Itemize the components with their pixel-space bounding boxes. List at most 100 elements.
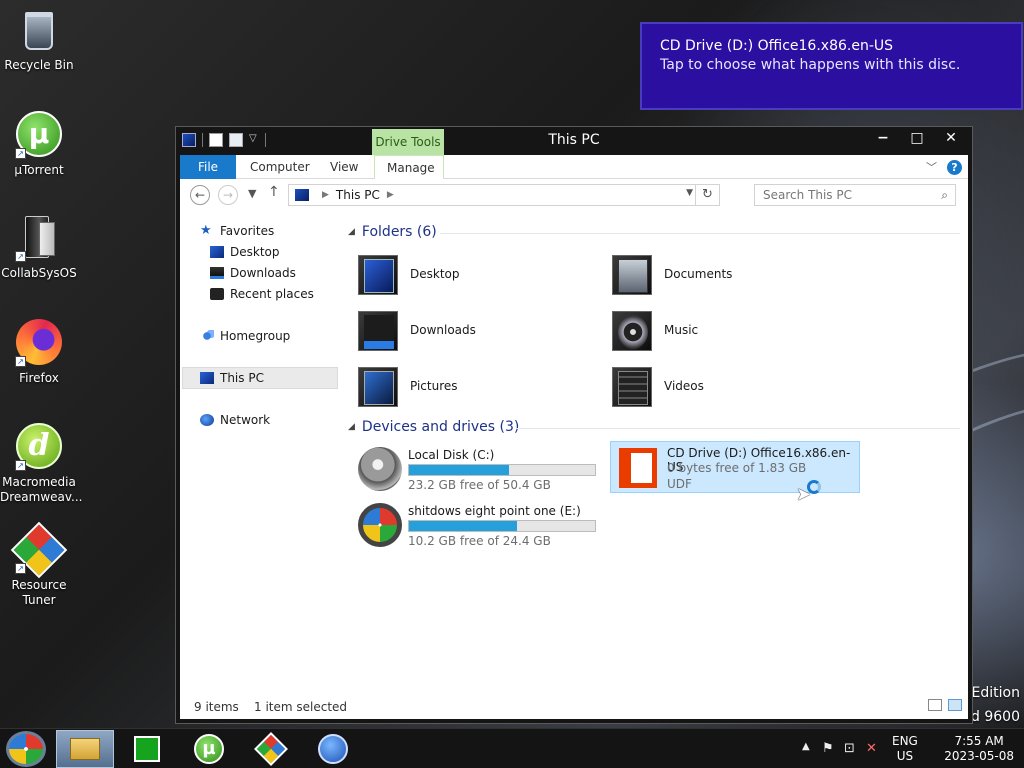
volume-muted-icon[interactable]: ✕ — [866, 741, 877, 756]
taskbar-browser[interactable] — [304, 730, 362, 768]
recent-places-icon — [210, 288, 224, 300]
breadcrumb-this-pc[interactable]: This PC — [336, 188, 380, 202]
folder-pictures[interactable]: Pictures — [358, 361, 598, 411]
resource-tuner-icon — [254, 732, 288, 766]
collapse-group-icon[interactable]: ◢ — [348, 422, 355, 432]
nav-recent-places[interactable]: Recent places — [210, 283, 314, 305]
action-center-flag-icon[interactable]: ⚑ — [822, 741, 834, 756]
details-view-icon[interactable] — [928, 699, 942, 711]
drive-usage-fill — [409, 521, 517, 531]
start-button[interactable] — [6, 731, 46, 767]
back-button[interactable]: ← — [190, 185, 210, 205]
breadcrumb-separator-icon[interactable]: ▶ — [322, 190, 329, 200]
recent-locations-icon[interactable]: ▼ — [248, 187, 256, 200]
search-input[interactable]: Search This PC ⌕ — [754, 184, 956, 206]
tab-view[interactable]: View — [318, 155, 370, 179]
downloads-icon — [210, 267, 224, 279]
tab-file[interactable]: File — [180, 155, 236, 179]
input-language[interactable]: ENG US — [892, 734, 918, 764]
drive-usage-bar — [408, 464, 596, 476]
window-client: File Computer View Manage ﹀ ? ← → ▼ ↑ ▶ … — [180, 155, 968, 719]
downloads-folder-icon — [358, 307, 402, 353]
collapse-group-icon[interactable]: ◢ — [348, 227, 355, 237]
nav-favorites[interactable]: ★ Favorites — [200, 220, 274, 242]
clock[interactable]: 7:55 AM 2023-05-08 — [944, 734, 1014, 764]
tab-manage[interactable]: Manage — [374, 155, 444, 179]
show-hidden-icons-icon[interactable]: ▲ — [802, 741, 810, 752]
folder-documents[interactable]: Documents — [612, 249, 852, 299]
recycle-bin-icon — [25, 12, 53, 50]
desktop-icon-resource-tuner[interactable]: ↗ Resource Tuner — [0, 521, 78, 608]
folder-music[interactable]: Music — [612, 305, 852, 355]
desktop-icon-label: CollabSysOS — [1, 266, 77, 280]
edition-watermark: Edition — [971, 685, 1020, 701]
taskbar-resource-tuner[interactable] — [242, 730, 300, 768]
drive-e[interactable]: shitdows eight point one (E:) 10.2 GB fr… — [356, 500, 606, 550]
maximize-button[interactable]: □ — [900, 127, 934, 149]
desktop-icon-label: µTorrent — [14, 163, 64, 177]
desktop-icon-recycle-bin[interactable]: Recycle Bin — [0, 6, 78, 73]
address-dropdown-icon[interactable]: ▼ — [686, 188, 693, 198]
drive-free-space: 10.2 GB free of 24.4 GB — [408, 534, 551, 548]
nav-downloads[interactable]: Downloads — [210, 262, 296, 284]
desktop-folder-icon — [358, 251, 402, 297]
nav-homegroup[interactable]: Homegroup — [200, 325, 290, 347]
taskbar-store[interactable] — [118, 730, 176, 768]
title-bar[interactable]: ▽ Drive Tools This PC − □ ✕ — [176, 127, 972, 155]
group-title: Folders (6) — [361, 224, 437, 240]
nav-label: Desktop — [230, 245, 280, 259]
network-status-icon[interactable]: ⊡ — [844, 741, 855, 756]
tab-computer[interactable]: Computer — [238, 155, 322, 179]
search-icon: ⌕ — [941, 188, 948, 202]
utorrent-icon: µ — [194, 734, 224, 764]
clock-date: 2023-05-08 — [944, 749, 1014, 763]
minimize-button[interactable]: − — [866, 127, 900, 149]
drive-local-disk-c[interactable]: Local Disk (C:) 23.2 GB free of 50.4 GB — [356, 444, 606, 494]
drive-cd-d-selected[interactable]: CD Drive (D:) Office16.x86.en-US 0 bytes… — [610, 441, 860, 493]
browser-icon — [318, 734, 348, 764]
shortcut-arrow-icon: ↗ — [15, 460, 26, 471]
folders-group-header[interactable]: ◢ Folders (6) — [348, 224, 437, 240]
clock-time: 7:55 AM — [954, 734, 1004, 748]
desktop-icon-label: Macromedia Dreamweav... — [0, 475, 83, 504]
help-icon[interactable]: ? — [947, 159, 962, 175]
expand-ribbon-icon[interactable]: ﹀ — [926, 159, 937, 175]
drives-group-header[interactable]: ◢ Devices and drives (3) — [348, 419, 519, 435]
folder-videos[interactable]: Videos — [612, 361, 852, 411]
taskbar-utorrent[interactable]: µ — [180, 730, 238, 768]
taskbar-file-explorer[interactable] — [56, 730, 114, 768]
up-button[interactable]: ↑ — [268, 184, 280, 200]
folder-desktop[interactable]: Desktop — [358, 249, 598, 299]
folder-label: Documents — [664, 267, 733, 281]
music-folder-icon — [612, 307, 656, 353]
notification-title: CD Drive (D:) Office16.x86.en-US — [660, 38, 894, 54]
explorer-window: ▽ Drive Tools This PC − □ ✕ File Compute… — [175, 126, 973, 724]
nav-label: Downloads — [230, 266, 296, 280]
folder-downloads[interactable]: Downloads — [358, 305, 598, 355]
pictures-folder-icon — [358, 363, 402, 409]
desktop-icon-label: Resource Tuner — [11, 578, 67, 607]
nav-this-pc[interactable]: This PC — [182, 367, 338, 389]
large-icons-view-icon[interactable] — [948, 699, 962, 711]
forward-button[interactable]: → — [218, 185, 238, 205]
desktop-icon-firefox[interactable]: ↗ Firefox — [0, 318, 78, 386]
store-icon — [134, 736, 160, 762]
shortcut-arrow-icon: ↗ — [15, 251, 26, 262]
mouse-cursor-icon: ➤ — [796, 484, 812, 505]
desktop-icon-collabsysos[interactable]: ↗ CollabSysOS — [0, 214, 78, 281]
desktop-icon-utorrent[interactable]: µ ↗ µTorrent — [0, 110, 78, 178]
close-button[interactable]: ✕ — [934, 127, 968, 149]
nav-desktop[interactable]: Desktop — [210, 241, 280, 263]
drive-free-space: 23.2 GB free of 50.4 GB — [408, 478, 551, 492]
refresh-button[interactable]: ↻ — [695, 185, 719, 205]
desktop-icon-dreamweaver[interactable]: d ↗ Macromedia Dreamweav... — [0, 422, 83, 505]
file-explorer-icon — [70, 738, 100, 760]
address-bar[interactable]: ▶ This PC ▶ ▼ ↻ — [288, 184, 720, 206]
nav-label: This PC — [220, 371, 264, 385]
autoplay-notification[interactable]: CD Drive (D:) Office16.x86.en-US Tap to … — [640, 22, 1023, 110]
breadcrumb-separator-icon[interactable]: ▶ — [387, 190, 394, 200]
nav-network[interactable]: Network — [200, 409, 270, 431]
taskbar: µ ▲ ⚑ ⊡ ✕ ENG US 7:55 AM 2023-05-08 — [0, 728, 1024, 768]
folder-label: Desktop — [410, 267, 460, 281]
language-code: ENG — [892, 734, 918, 748]
